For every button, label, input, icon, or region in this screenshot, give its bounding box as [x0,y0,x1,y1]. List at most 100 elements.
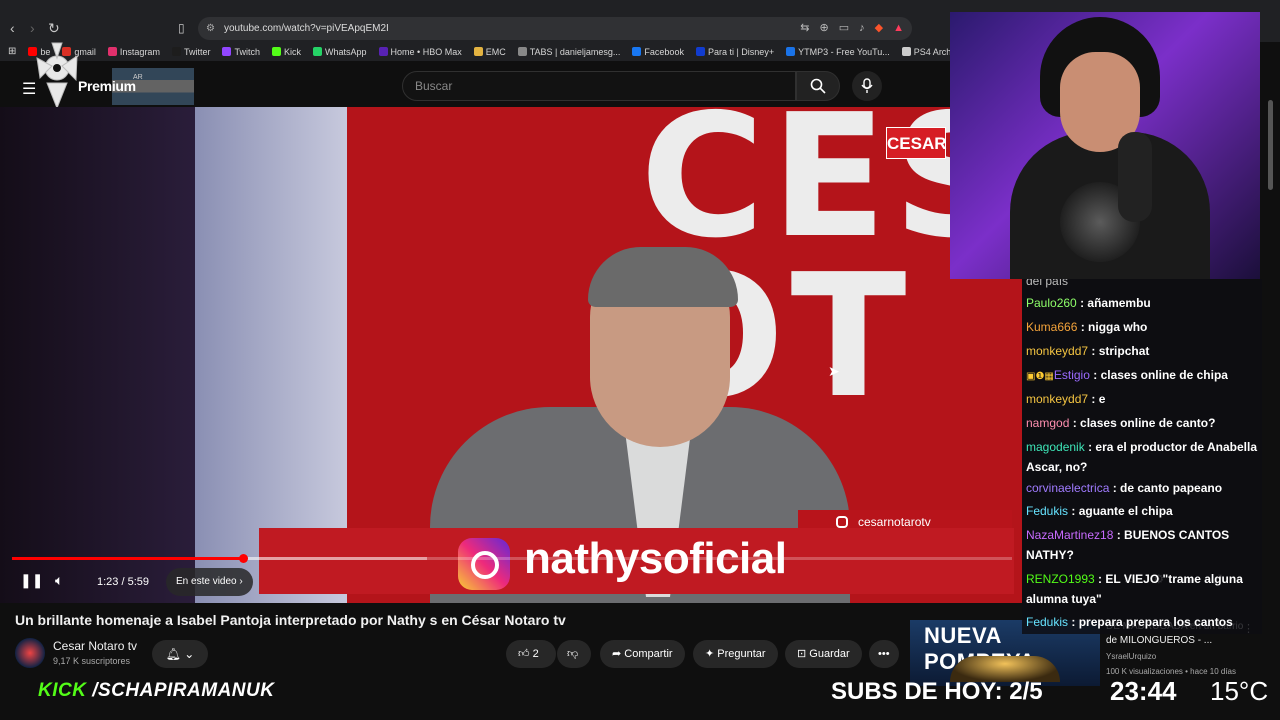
bookmark-item[interactable]: EMC [473,47,506,57]
bookmark-favicon-icon [901,47,911,56]
chat-username[interactable]: Kuma666 [1026,320,1077,334]
thumbs-down-icon: 👎︎ [567,648,579,660]
ask-label: Preguntar [717,648,766,660]
voice-search-button[interactable] [852,71,882,101]
share-label: Compartir [624,648,673,660]
bookmark-favicon-icon [786,47,796,56]
chat-username[interactable]: Estigio [1054,368,1090,382]
brave-shield-icon[interactable]: ◆ [875,17,883,40]
chat-message: NazaMartinez18 : BUENOS CANTOS NATHY? [1026,525,1258,565]
bookmark-favicon-icon [632,47,642,56]
chapter-label: En este video [176,576,237,587]
recommended-channel[interactable]: YsraelUrquizo [1106,652,1156,661]
kick-handle-overlay: KICK /SCHAPIRAMANUK [38,680,274,702]
site-info-icon[interactable]: ⚙ [206,17,215,40]
chat-username[interactable]: Fedukis [1026,615,1068,629]
bookmark-label: WhatsApp [325,46,367,57]
search-icon [810,78,826,94]
page-scrollbar[interactable] [1268,100,1273,190]
bookmark-favicon-icon [313,47,322,56]
chat-message: del país [1026,279,1258,291]
small-instagram-handle: cesarnotarotv [836,515,931,529]
bookmark-favicon-icon [378,47,388,56]
bookmark-item[interactable]: YTMP3 - Free YouTu... [786,47,890,57]
chat-username[interactable]: NazaMartinez18 [1026,528,1113,542]
bookmark-icon[interactable]: ▯ [178,18,185,38]
ask-button[interactable]: ✦ Preguntar [693,640,778,668]
bookmark-item[interactable]: Instagram [107,46,160,57]
apps-icon[interactable]: ⊞ [8,46,16,57]
bookmark-label: Para ti | Disney+ [707,46,775,57]
webcam-feed [950,12,1260,279]
bell-icon: 🔔︎ [165,647,181,661]
video-player[interactable]: CES OT cesarnotarotv nathysoficial ➤ [0,107,1022,603]
bookmark-label: Twitter [183,46,211,57]
search-input[interactable]: Buscar [402,71,796,101]
volume-icon[interactable]: 🔈︎ [55,572,63,589]
bookmark-item[interactable]: Facebook [632,47,684,57]
chat-message: corvinaelectrica : de canto papeano [1026,478,1258,498]
channel-name[interactable]: Cesar Notaro tv [53,639,137,653]
chat-username[interactable]: monkeydd7 [1026,392,1088,406]
dislike-button[interactable]: 👎︎ [557,640,591,668]
cast-icon[interactable]: ▭ [839,17,849,40]
chat-username[interactable]: magodenik [1026,440,1085,454]
bookmark-favicon-icon [171,47,181,56]
bookmark-item[interactable]: Twitter [171,46,211,57]
chat-username[interactable]: Paulo260 [1026,296,1077,310]
chapter-button[interactable]: En este video › [166,568,253,596]
chat-badge-icon: ▣❶▦ [1026,371,1054,382]
bookmark-label: Twitch [234,46,260,57]
channel-avatar[interactable] [15,638,45,668]
save-icon: ⊡ [797,648,810,660]
subs-counter: SUBS DE HOY: 2/5 [831,678,1043,705]
bookmark-item[interactable]: TABS | danieljamesg... [517,47,620,57]
thumbs-up-icon: 👍︎ [518,648,530,660]
chat-username[interactable]: Fedukis [1026,504,1068,518]
bookmark-item[interactable]: Twitch [222,47,260,57]
pause-icon[interactable]: ❚❚ [20,572,43,589]
chat-username[interactable]: monkeydd7 [1026,344,1088,358]
video-backdrop-left [0,107,195,603]
forward-icon[interactable]: › [30,18,35,38]
more-actions-button[interactable]: ••• [869,640,899,668]
save-label: Guardar [809,648,850,660]
translate-icon[interactable]: ⇆ [800,17,809,40]
chevron-right-icon: › [239,576,243,587]
instagram-icon [836,516,848,528]
chat-username[interactable]: corvinaelectrica [1026,481,1109,495]
chat-username[interactable]: RENZO1993 [1026,572,1095,586]
reload-icon[interactable]: ↻ [48,18,60,38]
bookmark-item[interactable]: WhatsApp [313,47,367,57]
progress-scrubber[interactable] [239,554,248,563]
bookmark-favicon-icon [222,47,232,56]
bookmark-item[interactable]: Para ti | Disney+ [695,46,775,57]
rewards-icon[interactable]: ▲ [893,17,904,40]
chat-text: : nigga who [1080,320,1148,334]
bookmark-item[interactable]: Home • HBO Max [378,46,462,57]
bookmark-item[interactable]: Kick [271,47,301,57]
chat-message: magodenik : era el productor de Anabella… [1026,437,1258,477]
chat-text: del país [1026,279,1069,288]
bookmark-label: YTMP3 - Free YouTu... [798,46,890,57]
zoom-icon[interactable]: ⊕ [820,17,829,40]
presenter-hair [588,247,738,307]
save-button[interactable]: ⊡ Guardar [785,640,862,668]
bookmark-label: Instagram [119,46,160,57]
chat-username[interactable]: namgod [1026,416,1069,430]
notification-button[interactable]: 🔔︎ ⌄ [152,640,208,668]
music-icon[interactable]: ♪ [859,17,865,40]
chat-text: : clases online de canto? [1072,416,1216,430]
back-icon[interactable]: ‹ [10,18,15,38]
microphone-icon [861,78,873,93]
share-button[interactable]: ➦ Compartir [600,640,685,668]
sparkle-icon: ✦ [705,648,718,660]
screen: ‹ › ↻ ▯ ⚙ youtube.com/watch?v=piVEApqEM2… [0,0,1280,720]
bookmark-label: Home • HBO Max [390,46,462,57]
like-button[interactable]: 👍︎ 2 [506,640,556,668]
search-button[interactable] [796,71,840,101]
chat-text: : añamembu [1080,296,1151,310]
address-bar[interactable]: ⚙ youtube.com/watch?v=piVEApqEM2I ⇆ ⊕ ▭ … [198,17,912,40]
more-icon: ••• [878,648,890,660]
youtube-premium-logo[interactable]: Premium [78,78,136,94]
